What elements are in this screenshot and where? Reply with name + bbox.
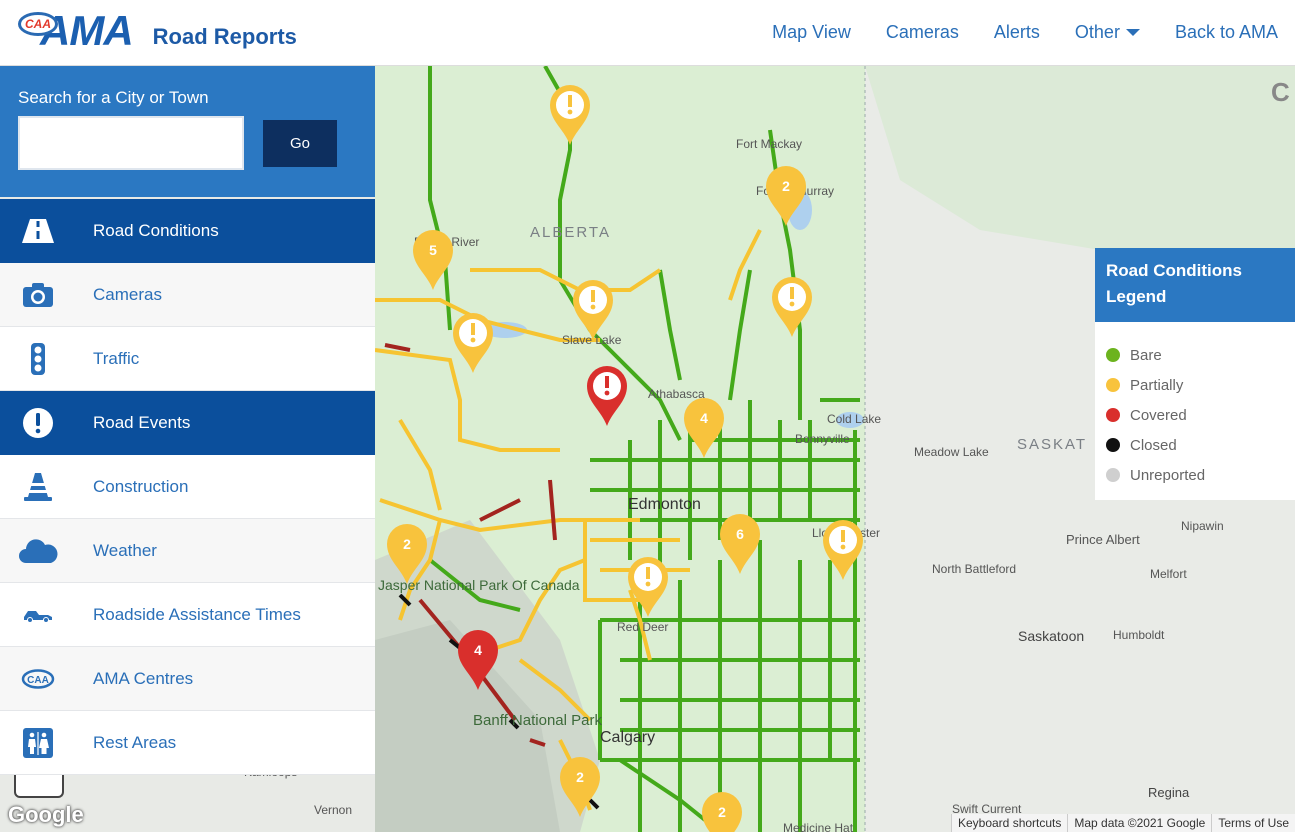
ama-logo[interactable]: CAA AMA Road Reports: [18, 10, 297, 52]
marker-count-label: 2: [718, 804, 726, 820]
search-row: Go: [18, 116, 357, 170]
road-conditions-legend: Road Conditions Legend Bare Partially Co…: [1095, 248, 1295, 500]
sidebar-item-ama-centres[interactable]: CAA AMA Centres: [0, 647, 375, 711]
legend-label: Unreported: [1130, 466, 1206, 484]
sidebar-item-weather[interactable]: Weather: [0, 519, 375, 583]
marker-count-label: 5: [429, 242, 437, 258]
sidebar-item-cameras[interactable]: Cameras: [0, 263, 375, 327]
map-data-credit: Map data ©2021 Google: [1067, 814, 1211, 832]
label-calgary: Calgary: [600, 729, 655, 746]
legend-item-closed: Closed: [1106, 430, 1284, 460]
construction-cone-icon: [0, 471, 93, 503]
label-cold-lake: Cold Lake: [827, 412, 881, 426]
label-alberta: ALBERTA: [530, 224, 611, 241]
road-icon: [0, 218, 93, 243]
label-vernon: Vernon: [314, 803, 352, 817]
legend-item-partially: Partially: [1106, 370, 1284, 400]
tow-truck-icon: [0, 607, 93, 623]
legend-item-unreported: Unreported: [1106, 460, 1284, 490]
marker-count-label: 6: [736, 526, 744, 542]
sidebar-item-road-conditions[interactable]: Road Conditions: [0, 199, 375, 263]
restroom-icon: [0, 727, 93, 758]
cloud-icon: [0, 538, 93, 564]
label-meadow-lake: Meadow Lake: [914, 445, 989, 459]
label-nipawin: Nipawin: [1181, 519, 1224, 533]
label-edmonton: Edmonton: [628, 496, 701, 513]
label-athabasca: Athabasca: [648, 387, 705, 401]
map-attribution: Keyboard shortcuts Map data ©2021 Google…: [950, 814, 1295, 832]
label-c: C: [1271, 77, 1290, 107]
nav-cameras[interactable]: Cameras: [886, 22, 959, 43]
search-label: Search for a City or Town: [18, 88, 209, 107]
site-header: CAA AMA Road Reports Map View Cameras Al…: [0, 0, 1295, 66]
nav-other[interactable]: Other: [1075, 22, 1140, 43]
caret-down-icon: [1125, 29, 1140, 36]
legend-title: Road Conditions Legend: [1095, 248, 1295, 322]
nav-back-to-ama[interactable]: Back to AMA: [1175, 22, 1278, 43]
legend-label: Partially: [1130, 376, 1184, 394]
marker-count-label: 2: [403, 536, 411, 552]
alert-icon: [0, 407, 93, 439]
legend-dot: [1106, 378, 1120, 392]
label-medicine-hat: Medicine Hat: [783, 821, 854, 832]
sidebar-item-label: Traffic: [93, 348, 140, 368]
traffic-light-icon: [0, 342, 93, 375]
legend-label: Bare: [1130, 346, 1162, 364]
sidebar-item-label: Road Events: [93, 412, 191, 432]
sidebar-item-label: Construction: [93, 476, 189, 496]
label-bonnyville: Bonnyville: [795, 432, 850, 446]
legend-dot: [1106, 468, 1120, 482]
sidebar-item-label: Rest Areas: [93, 732, 177, 752]
label-red-deer: Red Deer: [617, 620, 668, 634]
marker-count-label: 4: [474, 642, 482, 658]
svg-text:CAA: CAA: [27, 675, 49, 686]
marker-count-label: 4: [700, 410, 708, 426]
google-logo: Google: [8, 802, 84, 827]
sidebar-item-construction[interactable]: Construction: [0, 455, 375, 519]
marker-count-label: 2: [576, 769, 584, 785]
sidebar-item-label: Cameras: [93, 284, 162, 304]
sidebar-item-label: Roadside Assistance Times: [93, 604, 301, 624]
legend-list: Bare Partially Covered Closed Unreported: [1095, 322, 1295, 500]
terms-of-use-link[interactable]: Terms of Use: [1211, 814, 1295, 832]
map-marker-count[interactable]: 2: [702, 792, 742, 832]
sidebar-item-label: AMA Centres: [93, 668, 194, 688]
label-north-battleford: North Battleford: [932, 562, 1016, 576]
sidebar: Search for a City or Town Go Road Condit…: [0, 66, 375, 775]
label-saskat: SASKAT: [1017, 436, 1087, 453]
marker-count-label: 2: [782, 178, 790, 194]
label-fort-mackay: Fort Mackay: [736, 137, 802, 151]
legend-dot: [1106, 348, 1120, 362]
top-nav: Map View Cameras Alerts Other Back to AM…: [772, 22, 1278, 43]
label-prince-albert: Prince Albert: [1066, 532, 1140, 547]
label-banff: Banff National Park: [473, 712, 602, 729]
legend-dot: [1106, 408, 1120, 422]
label-regina: Regina: [1148, 785, 1190, 800]
sidebar-item-label: Road Conditions: [93, 220, 219, 240]
nav-map-view[interactable]: Map View: [772, 22, 851, 43]
search-panel: Search for a City or Town Go: [0, 66, 375, 197]
caa-icon: CAA: [0, 668, 93, 689]
keyboard-shortcuts-link[interactable]: Keyboard shortcuts: [950, 814, 1067, 832]
legend-item-bare: Bare: [1106, 340, 1284, 370]
sidebar-item-traffic[interactable]: Traffic: [0, 327, 375, 391]
label-melfort: Melfort: [1150, 567, 1187, 581]
caa-logo: CAA: [18, 12, 58, 36]
legend-dot: [1106, 438, 1120, 452]
sidebar-item-road-events[interactable]: Road Events: [0, 391, 375, 455]
legend-item-covered: Covered: [1106, 400, 1284, 430]
city-search-input[interactable]: [18, 116, 244, 170]
label-saskatoon: Saskatoon: [1018, 628, 1084, 644]
sidebar-item-rest-areas[interactable]: Rest Areas: [0, 711, 375, 775]
legend-label: Closed: [1130, 436, 1177, 454]
nav-alerts[interactable]: Alerts: [994, 22, 1040, 43]
go-button[interactable]: Go: [263, 119, 337, 167]
sidebar-item-label: Weather: [93, 540, 157, 560]
sidebar-item-roadside-assistance[interactable]: Roadside Assistance Times: [0, 583, 375, 647]
camera-icon: [0, 282, 93, 308]
legend-label: Covered: [1130, 406, 1187, 424]
nav-other-label: Other: [1074, 22, 1120, 42]
site-title: Road Reports: [152, 24, 297, 49]
label-humboldt: Humboldt: [1113, 628, 1165, 642]
